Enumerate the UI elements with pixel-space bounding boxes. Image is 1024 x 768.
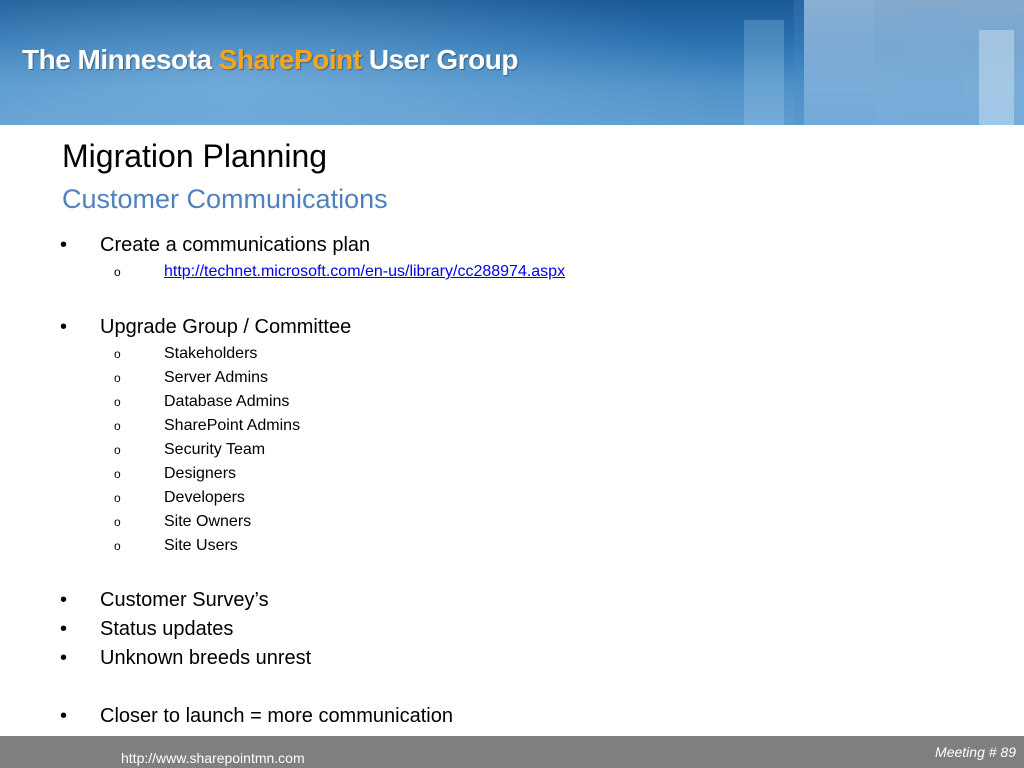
list-item: o Security Team xyxy=(114,440,265,460)
list-item-text: Site Owners xyxy=(164,513,252,530)
list-item-text: Create a communications plan xyxy=(100,234,371,256)
list-item-text: SharePoint Admins xyxy=(164,417,301,434)
list-item-text: Closer to launch = more communication xyxy=(100,705,453,727)
footer-bar: http://www.sharepointmn.com Meeting # 89 xyxy=(0,736,1024,768)
bullet-icon: • xyxy=(60,618,68,640)
list-item-text: Upgrade Group / Committee xyxy=(100,316,352,338)
circle-bullet-icon: o xyxy=(114,467,121,481)
list-item: o Site Users xyxy=(114,536,238,556)
list-item: • Unknown breeds unrest xyxy=(60,646,311,670)
list-item: o SharePoint Admins xyxy=(114,416,300,436)
list-item-text: Security Team xyxy=(164,441,266,458)
list-item-text: Unknown breeds unrest xyxy=(100,647,312,669)
list-item: • Status updates xyxy=(60,617,233,641)
circle-bullet-icon: o xyxy=(114,371,121,385)
bullet-icon: • xyxy=(60,316,68,338)
list-item: o Server Admins xyxy=(114,368,268,388)
list-item-text: Server Admins xyxy=(164,369,269,386)
circle-bullet-icon: o xyxy=(114,419,121,433)
meeting-number: Meeting # 89 xyxy=(935,744,1016,760)
header-banner: The Minnesota SharePoint User Group xyxy=(0,0,1024,125)
circle-bullet-icon: o xyxy=(114,491,121,505)
circle-bullet-icon: o xyxy=(114,265,121,279)
header-title-suffix: User Group xyxy=(361,44,519,75)
list-item: o http://technet.microsoft.com/en-us/libr… xyxy=(114,262,565,282)
list-item: o Designers xyxy=(114,464,236,484)
header-building-graphic xyxy=(904,10,964,125)
header-building-graphic xyxy=(979,30,1014,125)
list-item: o Site Owners xyxy=(114,512,251,532)
bullet-icon: • xyxy=(60,647,68,669)
circle-bullet-icon: o xyxy=(114,515,121,529)
circle-bullet-icon: o xyxy=(114,539,121,553)
header-building-graphic xyxy=(744,20,784,125)
list-item: • Create a communications plan xyxy=(60,233,370,257)
list-item-text: Status updates xyxy=(100,618,234,640)
list-item: o Database Admins xyxy=(114,392,289,412)
slide-subtitle: Customer Communications xyxy=(62,184,388,214)
circle-bullet-icon: o xyxy=(114,395,121,409)
list-item-text: Site Users xyxy=(164,537,238,554)
list-item-text: Stakeholders xyxy=(164,345,258,362)
bullet-icon: • xyxy=(60,705,68,727)
list-item: • Upgrade Group / Committee xyxy=(60,315,351,339)
header-title-accent: SharePoint xyxy=(218,44,362,75)
slide-title: Migration Planning xyxy=(62,138,328,174)
list-item-text: Customer Survey’s xyxy=(100,589,269,611)
footer-url-link[interactable]: http://www.sharepointmn.com xyxy=(121,750,305,766)
list-item: o Developers xyxy=(114,488,245,508)
bullet-icon: • xyxy=(60,234,68,256)
list-item-text: Designers xyxy=(164,465,237,482)
list-item: • Closer to launch = more communication xyxy=(60,704,453,728)
list-item: o Stakeholders xyxy=(114,344,257,364)
circle-bullet-icon: o xyxy=(114,347,121,361)
circle-bullet-icon: o xyxy=(114,443,121,457)
list-item-text: Database Admins xyxy=(164,393,290,410)
bullet-icon: • xyxy=(60,589,68,611)
header-title-prefix: The Minnesota xyxy=(22,44,219,75)
list-item: • Customer Survey’s xyxy=(60,588,269,612)
header-title: The Minnesota SharePoint User Group xyxy=(22,44,518,76)
list-item-text: Developers xyxy=(164,489,245,506)
technet-link[interactable]: http://technet.microsoft.com/en-us/libra… xyxy=(164,263,565,280)
